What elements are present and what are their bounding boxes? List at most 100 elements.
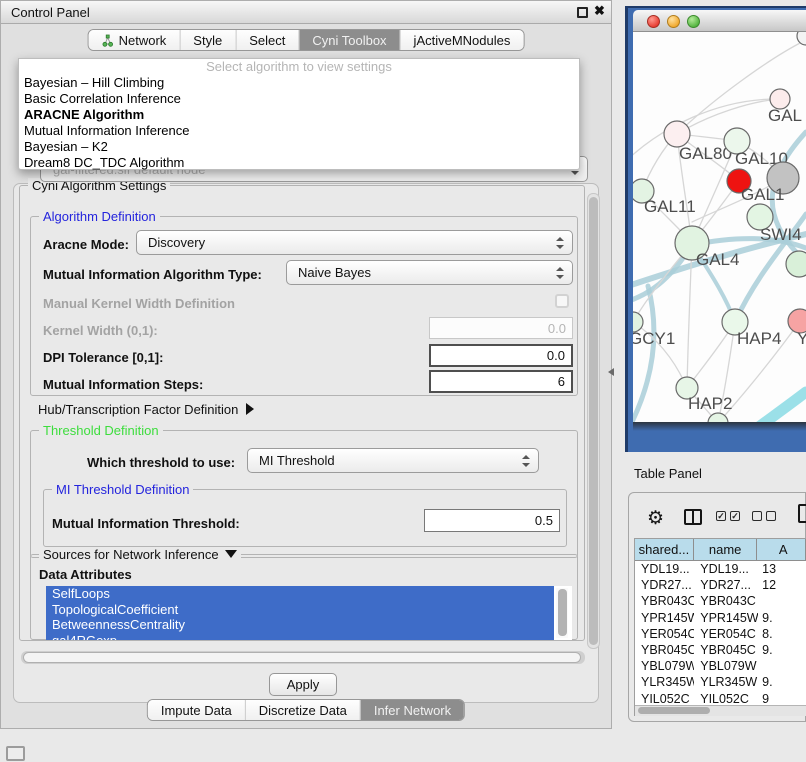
algorithm-definition-title: Algorithm Definition bbox=[39, 209, 160, 224]
tab-jactivemnodules[interactable]: jActiveMNodules bbox=[400, 30, 524, 50]
mi-threshold-input[interactable] bbox=[424, 509, 560, 532]
node-table: shared...nameA YDL19...YDL19...13YDR27..… bbox=[634, 538, 806, 716]
table-column-header[interactable]: A bbox=[757, 539, 806, 561]
data-attribute-item[interactable]: TopologicalCoefficient bbox=[46, 602, 554, 618]
network-node[interactable] bbox=[786, 251, 806, 277]
tab-impute-data[interactable]: Impute Data bbox=[148, 700, 245, 720]
algorithm-menu-item[interactable]: Mutual Information Inference bbox=[19, 123, 579, 139]
settings-scrollbar-thumb[interactable] bbox=[589, 197, 598, 645]
unchecked-checkbox-icon[interactable] bbox=[752, 511, 762, 521]
threshold-definition-group: Threshold Definition Which threshold to … bbox=[30, 430, 578, 558]
dpi-tolerance-input[interactable] bbox=[429, 344, 573, 367]
document-icon[interactable] bbox=[798, 504, 806, 523]
tab-style[interactable]: Style bbox=[179, 30, 235, 50]
kernel-width-input[interactable] bbox=[429, 317, 573, 339]
apply-button[interactable]: Apply bbox=[269, 673, 337, 696]
close-traffic-light[interactable] bbox=[647, 15, 660, 28]
network-node-label: Y bbox=[797, 329, 806, 348]
network-edge[interactable] bbox=[752, 392, 806, 422]
manual-kernel-width-checkbox[interactable] bbox=[555, 294, 569, 308]
tab-infer-network[interactable]: Infer Network bbox=[360, 700, 464, 720]
table-cell: 9. bbox=[758, 642, 806, 658]
tab-cyni-toolbox[interactable]: Cyni Toolbox bbox=[298, 30, 399, 50]
kernel-width-label: Kernel Width (0,1): bbox=[43, 323, 158, 338]
algorithm-menu-item[interactable]: Bayesian – K2 bbox=[19, 139, 579, 155]
mi-algorithm-type-value: Naive Bayes bbox=[287, 265, 371, 280]
table-cell bbox=[758, 593, 806, 609]
network-edge[interactable] bbox=[677, 99, 780, 134]
aracne-mode-select[interactable]: Discovery bbox=[136, 230, 573, 255]
mi-threshold-definition-group: MI Threshold Definition Mutual Informati… bbox=[43, 489, 567, 547]
threshold-definition-title: Threshold Definition bbox=[39, 423, 163, 438]
algorithm-menu-item[interactable]: Bayesian – Hill Climbing bbox=[19, 75, 579, 91]
table-row[interactable]: YBR045CYBR045C9. bbox=[635, 642, 806, 658]
minimize-traffic-light[interactable] bbox=[667, 15, 680, 28]
sources-title[interactable]: Sources for Network Inference bbox=[39, 547, 241, 562]
algorithm-menu-item[interactable]: ARACNE Algorithm bbox=[19, 107, 579, 123]
table-cell: YBR045C bbox=[635, 642, 694, 658]
algorithm-menu-item[interactable]: Dream8 DC_TDC Algorithm bbox=[19, 155, 579, 171]
stepper-arrows-icon bbox=[556, 237, 564, 249]
stepper-arrows-icon bbox=[522, 455, 530, 467]
gear-icon[interactable]: ⚙ bbox=[647, 507, 664, 530]
table-cell bbox=[758, 658, 806, 674]
aracne-mode-label: Aracne Mode: bbox=[43, 237, 129, 252]
network-node-label: GAL bbox=[768, 106, 802, 125]
tab-discretize-data[interactable]: Discretize Data bbox=[245, 700, 360, 720]
network-canvas-svg: GALGAL80GAL10GAL1GAL11SWI4GAL4GCY1HAP4YH… bbox=[633, 32, 806, 422]
data-attribute-item[interactable]: BetweennessCentrality bbox=[46, 617, 554, 633]
close-icon[interactable]: ✖ bbox=[594, 3, 605, 19]
network-node-label: GAL11 bbox=[644, 197, 696, 216]
columns-icon[interactable] bbox=[684, 509, 702, 525]
unchecked-checkbox-icon[interactable] bbox=[766, 511, 776, 521]
window-shadow bbox=[633, 422, 806, 431]
table-cell: YLR345W bbox=[635, 674, 694, 690]
table-row[interactable]: YLR345WYLR345W9. bbox=[635, 674, 806, 690]
settings-hscrollbar-thumb[interactable] bbox=[23, 652, 581, 663]
table-cell: YER054C bbox=[694, 626, 758, 642]
mi-threshold-definition-title: MI Threshold Definition bbox=[52, 482, 193, 497]
control-panel-titlebar[interactable]: Control Panel ✖ bbox=[1, 1, 611, 24]
table-column-header[interactable]: shared... bbox=[635, 539, 694, 561]
table-cell: YBL079W bbox=[635, 658, 694, 674]
hub-transcription-factor-expander[interactable]: Hub/Transcription Factor Definition bbox=[38, 402, 254, 417]
network-window-titlebar[interactable] bbox=[633, 10, 806, 32]
minimized-panel-icon[interactable] bbox=[6, 746, 25, 761]
mi-steps-input[interactable] bbox=[429, 370, 573, 393]
table-cell: YDL19... bbox=[694, 561, 758, 577]
tab-select[interactable]: Select bbox=[235, 30, 298, 50]
mi-algorithm-type-select[interactable]: Naive Bayes bbox=[286, 260, 573, 285]
tab-label: Cyni Toolbox bbox=[312, 33, 386, 48]
data-attributes-label: Data Attributes bbox=[39, 567, 132, 582]
table-row[interactable]: YDL19...YDL19...13 bbox=[635, 561, 806, 577]
table-row[interactable]: YBL079WYBL079W bbox=[635, 658, 806, 674]
data-attribute-item[interactable]: SelfLoops bbox=[46, 586, 554, 602]
checked-checkbox-icon[interactable]: ✓ bbox=[716, 511, 726, 521]
tab-network[interactable]: Network bbox=[89, 30, 180, 50]
network-canvas[interactable]: GALGAL80GAL10GAL1GAL11SWI4GAL4GCY1HAP4YH… bbox=[633, 32, 806, 422]
network-node-label: HAP4 bbox=[737, 329, 781, 348]
tab-label: Impute Data bbox=[161, 703, 232, 718]
which-threshold-select[interactable]: MI Threshold bbox=[247, 448, 539, 473]
table-row[interactable]: YPR145WYPR145W9. bbox=[635, 610, 806, 626]
table-column-header[interactable]: name bbox=[694, 539, 758, 561]
table-cell: 12 bbox=[758, 577, 806, 593]
float-window-icon[interactable] bbox=[577, 7, 588, 18]
table-hscrollbar-thumb[interactable] bbox=[638, 707, 710, 714]
which-threshold-value: MI Threshold bbox=[248, 453, 335, 468]
algorithm-menu-item[interactable]: Basic Correlation Inference bbox=[19, 91, 579, 107]
network-node-label: GAL4 bbox=[696, 250, 739, 269]
attributes-scrollbar-thumb[interactable] bbox=[558, 589, 567, 636]
table-row[interactable]: YBR043CYBR043C bbox=[635, 593, 806, 609]
table-row[interactable]: YDR27...YDR27...12 bbox=[635, 577, 806, 593]
control-panel-tab-bar: NetworkStyleSelect Cyni Toolbox jActiveMNo… bbox=[88, 29, 525, 51]
checked-checkbox-icon[interactable]: ✓ bbox=[730, 511, 740, 521]
zoom-traffic-light[interactable] bbox=[687, 15, 700, 28]
table-cell: YDR27... bbox=[694, 577, 758, 593]
network-node[interactable] bbox=[797, 32, 806, 45]
splitter-collapse-icon[interactable] bbox=[608, 368, 614, 376]
table-row[interactable]: YER054CYER054C8. bbox=[635, 626, 806, 642]
table-cell: YBR043C bbox=[694, 593, 758, 609]
table-cell: YLR345W bbox=[694, 674, 758, 690]
data-attribute-item[interactable]: gal4RGexp bbox=[46, 633, 554, 641]
